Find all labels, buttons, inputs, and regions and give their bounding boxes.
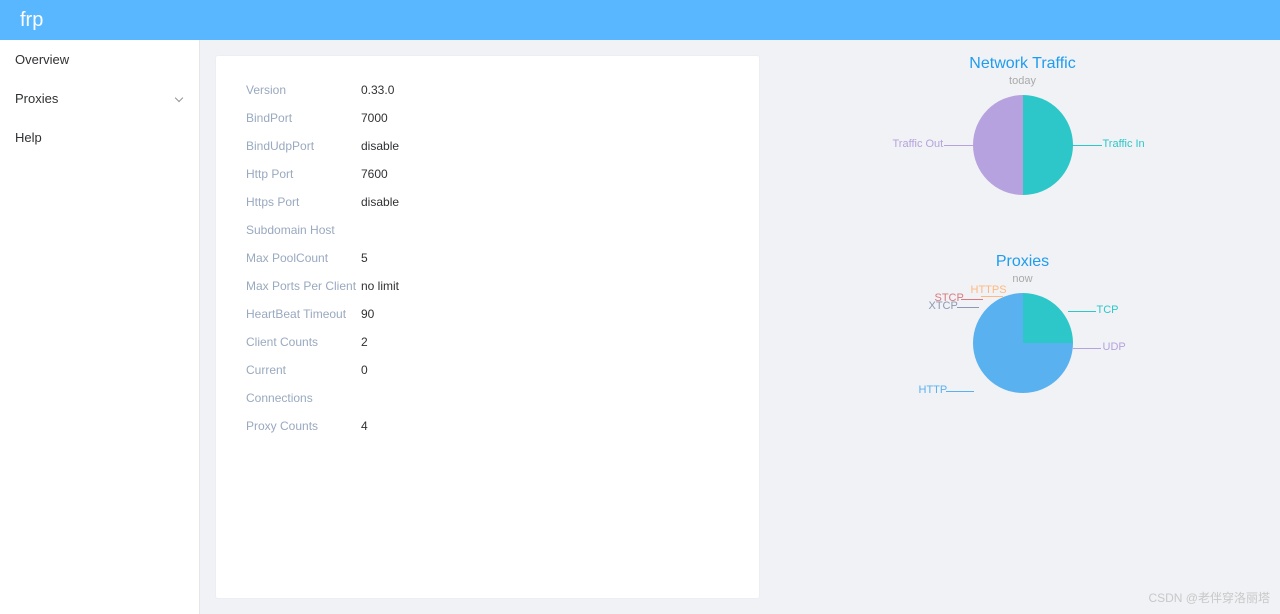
info-row: BindUdpPortdisable [246, 132, 729, 160]
header: frp [0, 0, 1280, 40]
info-label: Client Counts [246, 335, 361, 349]
chevron-down-icon [174, 94, 184, 104]
info-label: Max PoolCount [246, 251, 361, 265]
info-row: Version0.33.0 [246, 76, 729, 104]
pie-svg [973, 293, 1073, 393]
label-xtcp: XTCP [929, 300, 958, 312]
info-value: 4 [361, 419, 368, 433]
info-row: Connections [246, 384, 729, 412]
info-row: Subdomain Host [246, 216, 729, 244]
sidebar-item-label: Proxies [15, 91, 58, 106]
label-tcp: TCP [1097, 304, 1119, 316]
info-label: BindPort [246, 111, 361, 125]
chart-title: Proxies [893, 253, 1153, 271]
chart-network-traffic: Network Traffic today Traffic In Traffic… [893, 55, 1153, 225]
sidebar-item-help[interactable]: Help [0, 118, 199, 157]
app-title: frp [20, 9, 43, 32]
info-label: Subdomain Host [246, 223, 361, 237]
info-row: Current0 [246, 356, 729, 384]
info-label: HeartBeat Timeout [246, 307, 361, 321]
info-label: Version [246, 83, 361, 97]
info-value: 7600 [361, 167, 388, 181]
info-label: Max Ports Per Client [246, 279, 361, 293]
layout: Overview Proxies Help Version0.33.0BindP… [0, 40, 1280, 614]
info-value: no limit [361, 279, 399, 293]
info-row: Http Port7600 [246, 160, 729, 188]
label-http: HTTP [919, 384, 948, 396]
info-row: Max Ports Per Clientno limit [246, 272, 729, 300]
pie-svg [973, 95, 1073, 195]
info-row: Max PoolCount5 [246, 244, 729, 272]
info-row: Https Portdisable [246, 188, 729, 216]
info-label: Connections [246, 391, 361, 405]
info-value: 7000 [361, 111, 388, 125]
info-value: 0 [361, 363, 368, 377]
sidebar-item-overview[interactable]: Overview [0, 40, 199, 79]
watermark: CSDN @老伴穿洛丽塔 [1148, 589, 1270, 606]
info-value: 90 [361, 307, 374, 321]
info-label: BindUdpPort [246, 139, 361, 153]
pie-traffic: Traffic In Traffic Out [893, 95, 1153, 225]
label-traffic-in: Traffic In [1103, 138, 1145, 150]
info-value: 2 [361, 335, 368, 349]
sidebar-item-label: Help [15, 130, 42, 145]
info-row: Client Counts2 [246, 328, 729, 356]
info-label: Current [246, 363, 361, 377]
info-value: disable [361, 195, 399, 209]
sidebar: Overview Proxies Help [0, 40, 200, 614]
chart-title: Network Traffic [893, 55, 1153, 73]
info-row: HeartBeat Timeout90 [246, 300, 729, 328]
info-value: 0.33.0 [361, 83, 394, 97]
info-value: disable [361, 139, 399, 153]
info-card: Version0.33.0BindPort7000BindUdpPortdisa… [215, 55, 760, 599]
info-row: Proxy Counts4 [246, 412, 729, 440]
label-udp: UDP [1103, 341, 1126, 353]
pie-proxies: TCP UDP HTTP HTTPS STCP XTCP [893, 293, 1153, 423]
info-label: Proxy Counts [246, 419, 361, 433]
label-traffic-out: Traffic Out [893, 138, 944, 150]
info-label: Https Port [246, 195, 361, 209]
sidebar-item-label: Overview [15, 52, 69, 67]
chart-subtitle: now [893, 273, 1153, 285]
chart-subtitle: today [893, 75, 1153, 87]
info-label: Http Port [246, 167, 361, 181]
label-https: HTTPS [971, 284, 1007, 296]
chart-proxies: Proxies now TCP UDP [893, 253, 1153, 423]
info-value: 5 [361, 251, 368, 265]
info-row: BindPort7000 [246, 104, 729, 132]
sidebar-item-proxies[interactable]: Proxies [0, 79, 199, 118]
main: Version0.33.0BindPort7000BindUdpPortdisa… [200, 40, 1280, 614]
charts-panel: Network Traffic today Traffic In Traffic… [780, 55, 1265, 599]
